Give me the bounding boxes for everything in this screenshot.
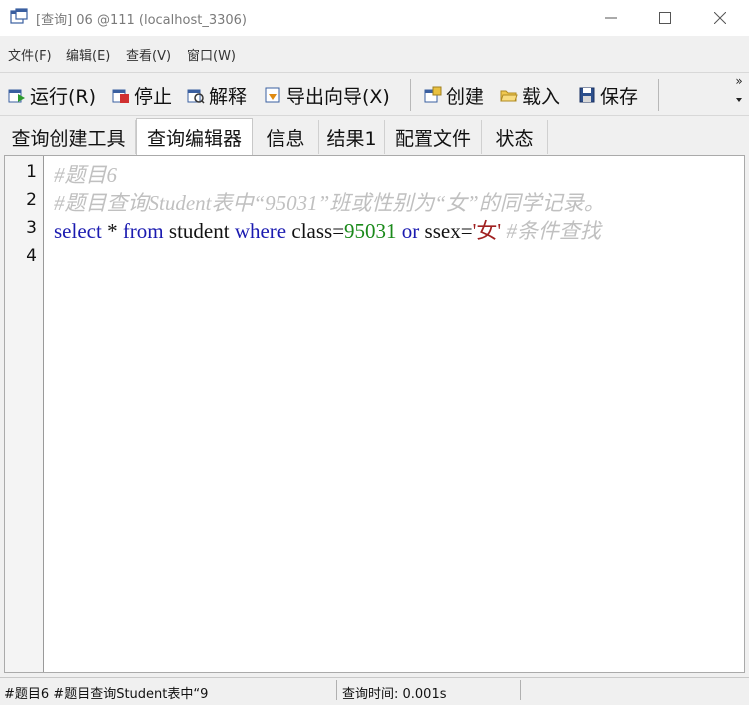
explain-icon [187,89,205,104]
create-query-icon [424,86,442,103]
token-star: * [101,219,123,243]
folder-open-icon [500,90,518,102]
tab-info[interactable]: 信息 [253,120,319,154]
line-number-gutter: 1 2 3 4 [5,156,44,672]
tab-label: 结果1 [326,127,377,150]
menu-window[interactable]: 窗口(W) [187,45,236,64]
tab-label: 信息 [266,127,305,150]
close-icon [714,12,726,24]
status-separator [520,680,521,700]
toolbar-separator [410,79,411,111]
query-window-icon [10,8,28,24]
status-current-sql: #题目6 #题目查询Student表中“9 [4,687,209,702]
window-title: [查询] 06 @111 (localhost_3306) [36,13,247,28]
toolbar-overflow-chevron-icon: » [735,74,743,88]
save-button[interactable]: 保存 [578,81,638,109]
close-button[interactable] [697,0,743,36]
toolbar: 运行(R) 停止 解释 导出向导(X) 创建 载入 保存 » [0,72,749,116]
stop-icon [112,89,129,103]
menu-bar: 文件(F) 编辑(E) 查看(V) 窗口(W) [0,36,749,70]
line-number: 2 [26,190,37,210]
toolbar-overflow-button[interactable]: » [732,75,746,107]
tab-label: 查询编辑器 [146,127,242,150]
title-bar: [查询] 06 @111 (localhost_3306) [0,0,749,36]
tab-bar: 查询创建工具 查询编辑器 信息 结果1 配置文件 状态 [0,118,749,155]
export-icon [265,87,280,103]
tab-profile[interactable]: 配置文件 [385,120,482,154]
tab-query-editor[interactable]: 查询编辑器 [136,118,253,155]
token-column-ssex: ssex= [419,219,473,243]
status-query-time: 查询时间: 0.001s [342,687,447,702]
code-line-3: select * from student where class=95031 … [54,215,601,245]
menu-file[interactable]: 文件(F) [8,45,52,64]
create-label: 创建 [446,85,485,108]
token-table: student [163,219,235,243]
code-line-2: #题目查询Student表中“95031”班或性别为“女”的同学记录。 [54,191,605,215]
line-number: 1 [26,162,37,182]
keyword-or: or [401,219,420,243]
create-button[interactable]: 创建 [424,81,484,109]
explain-label: 解释 [209,85,248,108]
load-label: 载入 [522,85,561,108]
save-icon [579,87,595,103]
keyword-where: where [234,219,287,243]
maximize-icon [659,12,671,24]
run-icon [8,89,25,103]
token-string: '女' [472,219,502,243]
status-separator [336,680,337,700]
keyword-from: from [122,219,164,243]
tab-status[interactable]: 状态 [482,120,548,154]
tab-label: 状态 [495,127,534,150]
export-label: 导出向导(X) [286,85,390,108]
code-line-1: #题目6 [54,163,117,187]
stop-label: 停止 [134,85,173,108]
maximize-button[interactable] [642,0,688,36]
tab-query-builder[interactable]: 查询创建工具 [2,120,136,154]
tab-result-1[interactable]: 结果1 [319,120,385,154]
tab-label: 配置文件 [394,127,471,150]
menu-view[interactable]: 查看(V) [126,45,171,64]
run-label: 运行(R) [30,85,97,108]
line-number: 3 [26,218,37,238]
token-comment: #条件查找 [501,219,601,243]
sql-editor[interactable]: 1 2 3 4 #题目6 #题目查询Student表中“95031”班或性别为“… [4,155,745,673]
load-button[interactable]: 载入 [500,81,560,109]
token-number: 95031 [344,219,397,243]
keyword-select: select [54,219,102,243]
stop-button[interactable]: 停止 [112,81,172,109]
save-label: 保存 [600,85,639,108]
toolbar-separator [658,79,659,111]
minimize-button[interactable] [588,0,634,36]
menu-edit[interactable]: 编辑(E) [66,45,110,64]
token-column-class: class= [286,219,345,243]
explain-button[interactable]: 解释 [187,81,247,109]
toolbar-overflow-arrow-icon [736,98,742,102]
tab-label: 查询创建工具 [11,127,126,150]
run-button[interactable]: 运行(R) [8,81,96,109]
export-wizard-button[interactable]: 导出向导(X) [264,81,390,109]
status-bar: #题目6 #题目查询Student表中“9 查询时间: 0.001s [0,677,749,705]
line-number: 4 [26,246,37,266]
minimize-icon [605,17,617,19]
